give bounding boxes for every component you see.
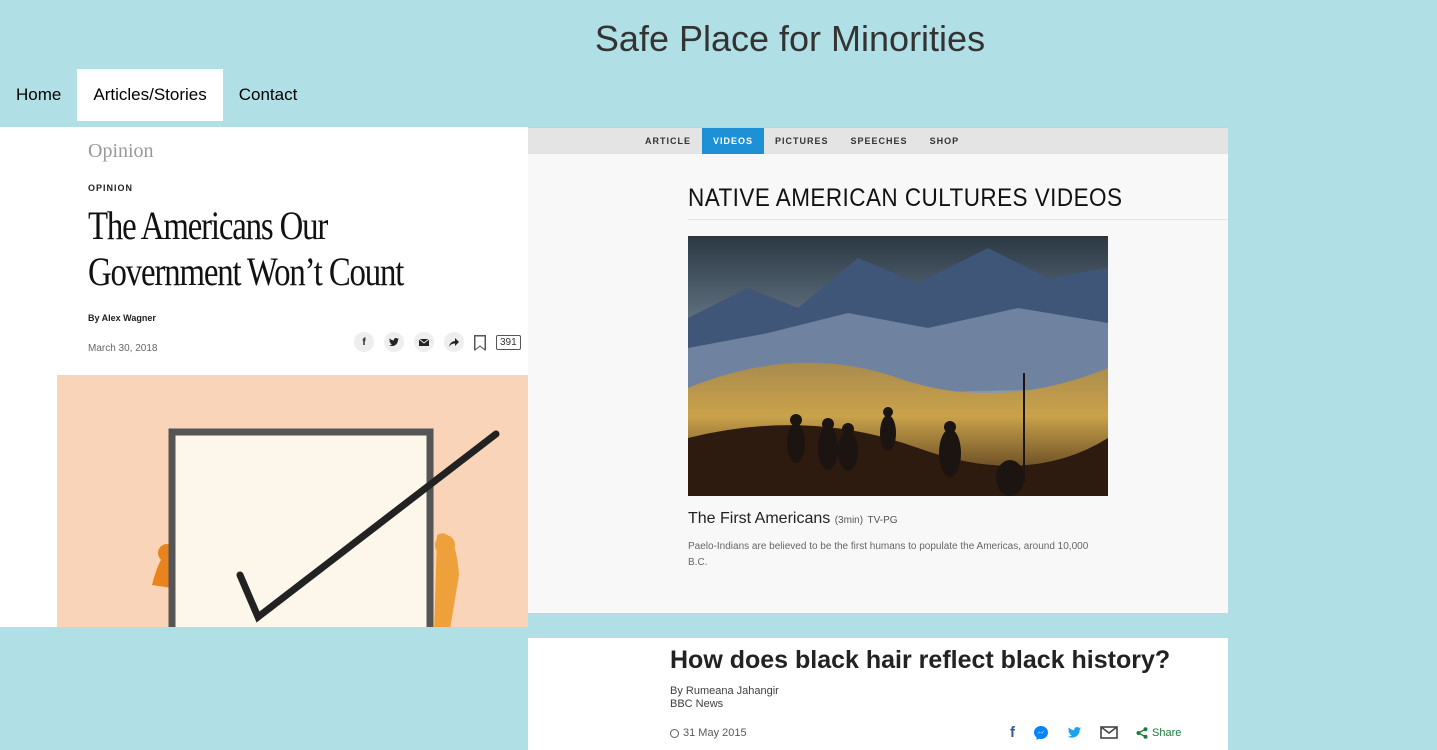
bbc-date: 31 May 2015 [683, 727, 747, 739]
nav-articles-stories[interactable]: Articles/Stories [77, 69, 223, 121]
tab-article[interactable]: ARTICLE [634, 128, 702, 154]
video-rating: TV-PG [867, 515, 898, 526]
history-page-heading: NATIVE AMERICAN CULTURES VIDEOS [688, 184, 1123, 212]
bbc-article-card[interactable]: How does black hair reflect black histor… [528, 638, 1228, 750]
twitter-icon[interactable] [1067, 726, 1082, 739]
nyt-article-card[interactable]: Opinion OPINION The Americans Our Govern… [0, 127, 528, 627]
facebook-icon[interactable]: f [1010, 724, 1015, 741]
video-thumbnail[interactable] [688, 236, 1108, 496]
share-label: Share [1152, 726, 1182, 739]
main-nav: Home Articles/Stories Contact [0, 69, 313, 121]
nyt-share-bar: f 391 [354, 332, 521, 352]
nyt-byline: By Alex Wagner [88, 313, 156, 323]
tab-videos[interactable]: VIDEOS [702, 128, 765, 154]
clock-icon [670, 728, 679, 738]
nyt-date: March 30, 2018 [88, 343, 158, 354]
email-icon[interactable] [414, 332, 434, 352]
video-title-row[interactable]: The First Americans (3min) TV-PG [688, 510, 898, 528]
history-divider [688, 219, 1228, 220]
share-arrow-icon[interactable] [444, 332, 464, 352]
bookmark-icon[interactable] [474, 334, 486, 351]
history-tabs: ARTICLE VIDEOS PICTURES SPEECHES SHOP [634, 128, 970, 154]
nyt-kicker: OPINION [88, 183, 134, 193]
bbc-share-bar: f Share [1010, 724, 1181, 741]
bbc-headline: How does black hair reflect black histor… [670, 646, 1171, 674]
nav-contact[interactable]: Contact [223, 69, 314, 121]
tab-pictures[interactable]: PICTURES [764, 128, 840, 154]
email-icon[interactable] [1100, 726, 1118, 739]
comments-icon[interactable]: 391 [496, 334, 521, 350]
messenger-icon[interactable] [1033, 725, 1049, 741]
nyt-illustration [57, 375, 528, 627]
nyt-headline: The Americans Our Government Won’t Count [88, 203, 404, 294]
share-button[interactable]: Share [1136, 727, 1181, 739]
bbc-author: By Rumeana Jahangir [670, 685, 779, 697]
video-title[interactable]: The First Americans [688, 510, 830, 527]
video-duration: (3min) [834, 515, 864, 526]
history-videos-card[interactable]: ARTICLE VIDEOS PICTURES SPEECHES SHOP NA… [528, 127, 1228, 613]
video-description: Paelo-Indians are believed to be the fir… [688, 541, 1089, 568]
nyt-section-label: Opinion [88, 140, 154, 162]
tab-shop[interactable]: SHOP [919, 128, 971, 154]
bbc-date-row: 31 May 2015 [670, 727, 747, 739]
nav-home[interactable]: Home [0, 69, 77, 121]
bbc-org: BBC News [670, 698, 724, 710]
site-title: Safe Place for Minorities [594, 18, 986, 59]
share-icon [1136, 726, 1148, 739]
tab-speeches[interactable]: SPEECHES [840, 128, 919, 154]
twitter-icon[interactable] [384, 332, 404, 352]
facebook-icon[interactable]: f [354, 332, 374, 352]
